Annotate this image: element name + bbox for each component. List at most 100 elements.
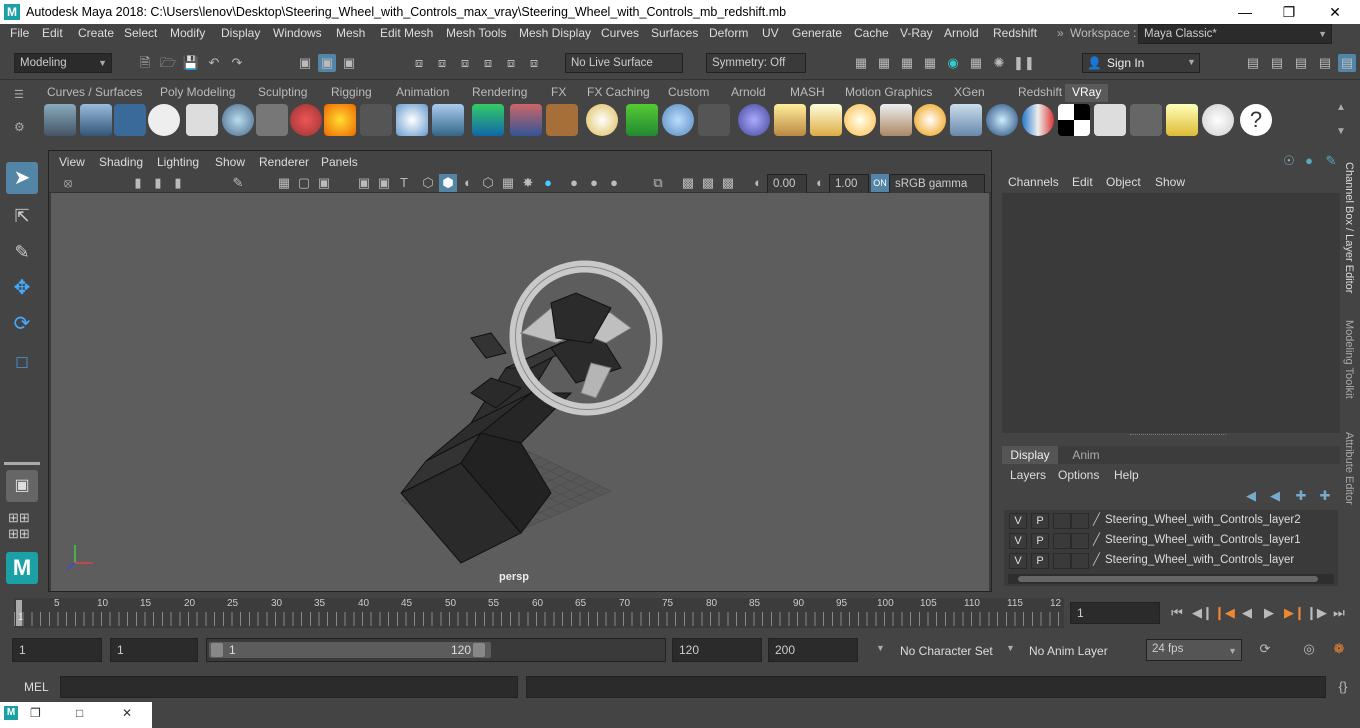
channel-box-pin-icon[interactable]: ☉ [1280,152,1298,170]
snap-point-icon[interactable]: ⧈ [456,54,474,72]
symmetry-dropdown[interactable]: Symmetry: Off [706,53,806,73]
exposure-icon[interactable]: ◐ [749,174,767,192]
step-forward-frame-icon[interactable]: ❙▶ [1306,604,1327,622]
isolate-select-icon[interactable]: ⧉ [649,174,667,192]
tab-poly-modeling[interactable]: Poly Modeling [153,84,242,102]
film-gate-icon[interactable]: ▢ [295,174,313,192]
ipr-render-icon[interactable]: ▦ [898,54,916,72]
colorspace-dropdown[interactable]: sRGB gamma [889,174,985,194]
loop-icon[interactable]: ⟳ [1256,640,1274,658]
minimized-window[interactable]: M ❐ □ ✕ [0,702,152,728]
command-input[interactable] [60,676,518,698]
vray-sphere-grid-icon[interactable] [586,104,618,136]
fps-dropdown[interactable]: 24 fps ▼ [1146,639,1242,661]
menu-uv[interactable]: UV [762,26,779,40]
image-plane-icon[interactable]: ▮ [129,174,147,192]
panel-menu-lighting[interactable]: Lighting [157,155,199,169]
channel-box-toggle-icon[interactable]: ▤ [1338,54,1356,72]
menu-edit-mesh[interactable]: Edit Mesh [380,26,433,40]
save-scene-icon[interactable]: 💾 [182,54,200,72]
panel-menu-panels[interactable]: Panels [321,155,358,169]
chevron-down-icon[interactable]: ▼ [1006,643,1015,653]
menu-mesh-tools[interactable]: Mesh Tools [446,26,506,40]
vray-material-icon[interactable] [290,104,322,136]
render-view-icon[interactable]: ▦ [967,54,985,72]
script-language-label[interactable]: MEL [24,680,49,694]
go-to-end-icon[interactable]: ⏭ [1330,604,1348,622]
safe-action-icon[interactable]: ▣ [355,174,373,192]
vray-displacement-icon[interactable] [510,104,542,136]
workspace-dropdown[interactable]: Maya Classic* ▼ [1138,24,1332,44]
menu-modify[interactable]: Modify [170,26,205,40]
new-layer-selected-icon[interactable]: ✚ [1316,487,1334,505]
menu-arnold[interactable]: Arnold [944,26,979,40]
channel-list-area[interactable] [1002,193,1340,433]
vray-checker-icon[interactable] [1058,104,1090,136]
vray-sphere-icon[interactable] [222,104,254,136]
xray-icon[interactable]: ▩ [679,174,697,192]
lights-icon[interactable]: ✸ [519,174,537,192]
camera-attributes-icon[interactable]: ▮ [169,174,187,192]
tab-redshift[interactable]: Redshift [1011,84,1069,102]
open-scene-icon[interactable]: 🗁 [159,54,177,72]
move-tool-icon[interactable]: ✥ [6,272,38,304]
layer-playback-toggle[interactable]: P [1031,533,1049,549]
menu-display[interactable]: Display [221,26,260,40]
new-scene-icon[interactable]: 🗎 [136,54,154,72]
textured-icon[interactable]: ▦ [499,174,517,192]
tab-rendering[interactable]: Rendering [465,84,534,102]
menu-create[interactable]: Create [78,26,114,40]
anti-aliasing-icon[interactable]: ● [605,174,623,192]
layer-visibility-toggle[interactable]: V [1009,533,1027,549]
layer-visibility-toggle[interactable]: V [1009,513,1027,529]
step-back-key-icon[interactable]: ❙◀ [1214,604,1235,622]
panel-menu-view[interactable]: View [59,155,85,169]
menu-overflow-icon[interactable]: » [1057,26,1064,40]
layer-menu-help[interactable]: Help [1114,468,1139,482]
select-object-icon[interactable]: ▣ [318,54,336,72]
tool-settings-icon[interactable]: ▤ [1292,54,1310,72]
vray-rect-light-icon[interactable] [950,104,982,136]
layer-row[interactable]: V P ╱ Steering_Wheel_with_Controls_layer… [1009,532,1339,551]
tab-fx[interactable]: FX [544,84,573,102]
shelf-scroll-up-icon[interactable]: ▲ [1336,102,1346,113]
chevron-down-icon[interactable]: ▼ [876,643,885,653]
layer-type-toggle[interactable] [1053,553,1071,569]
vray-ies-light-icon[interactable] [880,104,912,136]
tab-arnold[interactable]: Arnold [724,84,773,102]
menu-select[interactable]: Select [124,26,157,40]
side-tab-modeling-toolkit[interactable]: Modeling Toolkit [1343,320,1355,399]
modeling-toolkit-icon[interactable]: ▤ [1244,54,1262,72]
menu-vray[interactable]: V-Ray [900,26,933,40]
layer-color-swatch[interactable] [1071,513,1089,529]
play-backward-icon[interactable]: ◀ [1238,604,1256,622]
layer-type-toggle[interactable] [1053,513,1071,529]
outliner-icon[interactable]: ▤ [1316,54,1334,72]
channel-box-edit-icon[interactable]: ✎ [1322,152,1340,170]
animation-start-field[interactable]: 1 [12,638,102,662]
layer-type-toggle[interactable] [1053,533,1071,549]
four-view-layout-icon[interactable]: ⊞⊞ ⊞⊞ [8,510,30,542]
tab-curves-surfaces[interactable]: Curves / Surfaces [40,84,149,102]
playback-start-field[interactable]: 1 [110,638,198,662]
layer-menu-layers[interactable]: Layers [1010,468,1046,482]
pause-icon[interactable]: ❚❚ [1013,54,1035,72]
snap-surface-icon[interactable]: ⧈ [502,54,520,72]
shelf-scroll-down-icon[interactable]: ▼ [1336,126,1346,137]
grease-pencil-icon[interactable]: ✎ [229,174,247,192]
tab-custom[interactable]: Custom [661,84,716,102]
side-tab-channel-box[interactable]: Channel Box / Layer Editor [1343,162,1355,293]
shadows-icon[interactable]: ● [539,174,557,192]
vray-mesh-icon[interactable] [360,104,392,136]
step-forward-key-icon[interactable]: ▶❙ [1284,604,1305,622]
xray-joints-icon[interactable]: ▩ [699,174,717,192]
exposure-field[interactable]: 0.00 [767,174,807,194]
xray-components-icon[interactable]: ▩ [719,174,737,192]
vray-settings-window-icon[interactable] [1130,104,1162,136]
bookmark-icon[interactable]: ▮ [149,174,167,192]
time-slider[interactable]: 1 5 10 15 20 25 30 35 40 45 50 55 60 65 … [0,598,1360,630]
menu-edit[interactable]: Edit [42,26,63,40]
vray-frame-buffer-icon[interactable] [114,104,146,136]
step-back-frame-icon[interactable]: ◀❙ [1192,604,1213,622]
menu-mesh[interactable]: Mesh [336,26,365,40]
